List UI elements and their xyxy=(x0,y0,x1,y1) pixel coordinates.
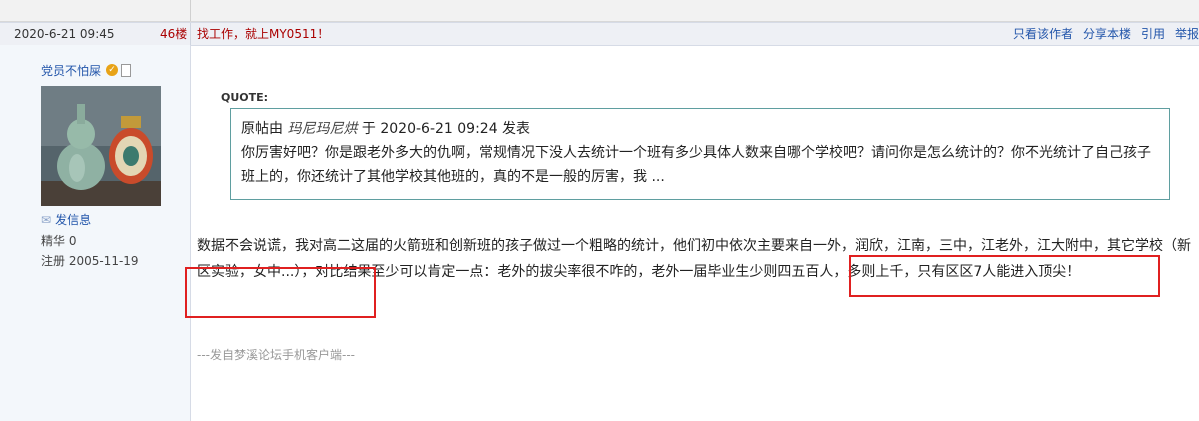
user-badge-icon: ✓ xyxy=(106,64,118,76)
quote-text: 你厉害好吧？你是跟老外多大的仇啊，常规情况下没人去统计一个班有多少具体人数来自哪… xyxy=(241,145,1151,185)
quote-label: QUOTE: xyxy=(221,91,269,104)
quote-author[interactable]: 玛尼玛尼烘 xyxy=(287,121,357,137)
avatar-image xyxy=(41,86,161,206)
user-status-icon xyxy=(121,64,131,77)
registration-date: 注册 2005-11-19 xyxy=(41,254,139,268)
send-message-link[interactable]: ✉ 发信息 xyxy=(41,211,91,228)
highlight-box-graduates xyxy=(849,255,1160,297)
header-divider xyxy=(190,23,191,45)
post-header-bar: 2020-6-21 09:45 46楼 找工作，就上MY0511！ 只看该作者分… xyxy=(0,22,1199,46)
send-message-label: 发信息 xyxy=(55,213,92,227)
post-actions: 只看该作者 分享本楼 引用 举报 xyxy=(1003,23,1199,45)
ad-link[interactable]: 找工作，就上MY0511！ xyxy=(197,23,329,45)
quote-link[interactable]: 引用 xyxy=(1141,27,1165,41)
floor-number[interactable]: 46楼 xyxy=(160,23,187,45)
post-timestamp: 2020-6-21 09:45 xyxy=(14,27,115,41)
top-strip-divider xyxy=(190,0,191,21)
author-sidebar: 党员不怕屎 ✓ ✉ 发信息 精华 0 注册 2005-11-19 xyxy=(0,45,191,421)
highlight-box-top-seven xyxy=(185,267,376,318)
essence-count: 精华 0 xyxy=(41,234,77,248)
only-author-link[interactable]: 只看该作者 xyxy=(1013,27,1073,41)
quote-box: 原帖由 玛尼玛尼烘 于 2020-6-21 09:24 发表 你厉害好吧？你是跟… xyxy=(230,108,1170,200)
author-name[interactable]: 党员不怕屎 xyxy=(41,62,101,79)
avatar[interactable] xyxy=(41,86,161,206)
client-signature: ---发自梦溪论坛手机客户端--- xyxy=(197,348,355,362)
share-floor-link[interactable]: 分享本楼 xyxy=(1083,27,1131,41)
top-strip xyxy=(0,0,1199,22)
report-link[interactable]: 举报 xyxy=(1175,27,1199,41)
quote-date: 于 2020-6-21 09:24 发表 xyxy=(361,121,531,137)
mail-icon: ✉ xyxy=(41,213,52,227)
quote-prefix: 原帖由 xyxy=(241,121,283,137)
